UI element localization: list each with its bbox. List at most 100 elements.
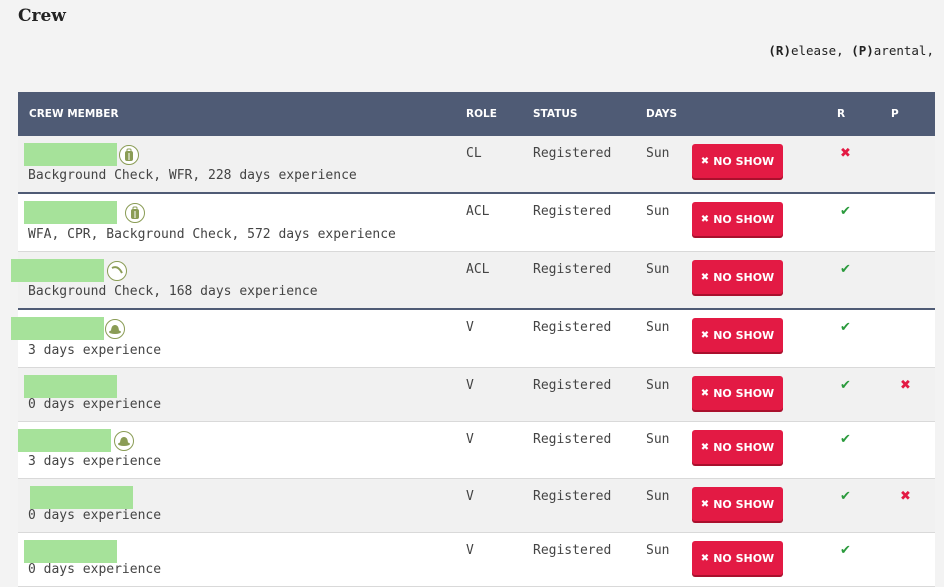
close-icon: ✖ [700,387,710,399]
close-icon: ✖ [700,498,710,510]
page-title: Crew [18,6,66,26]
crew-member-name[interactable] [11,259,104,282]
table-body: Background Check, WFR, 228 days experien… [11,136,935,587]
table-row: Background Check, WFR, 228 days experien… [18,136,935,194]
no-show-button[interactable]: ✖ NO SHOW [692,144,783,178]
parental-cross-icon: ✖ [900,489,911,504]
no-show-label: NO SHOW [713,212,775,226]
status-cell: Registered [533,489,612,504]
close-icon: ✖ [700,213,710,225]
backpack-icon [119,145,139,165]
table-row: 0 days experience V Registered Sun ✖ NO SHOW ✔… [18,479,935,533]
status-cell: Registered [533,543,612,558]
no-show-button[interactable]: ✖ NO SHOW [692,260,783,294]
header-days[interactable]: DAYS [646,108,677,120]
no-show-label: NO SHOW [713,386,775,400]
no-show-label: NO SHOW [713,328,775,342]
parental-cross-icon: ✖ [900,378,911,393]
no-show-button[interactable]: ✖ NO SHOW [692,318,783,352]
release-cross-icon: ✖ [840,146,851,161]
no-show-button[interactable]: ✖ NO SHOW [692,376,783,410]
legend-release-key: (R) [768,43,791,58]
crew-member-details: 0 days experience [28,397,162,412]
legend-parental-key: (P) [851,43,874,58]
role-cell: ACL [466,262,490,277]
hat-icon [114,431,134,451]
legend: (R)elease, (P)arental, [768,43,934,58]
crew-member-name[interactable] [18,429,111,452]
status-cell: Registered [533,320,612,335]
header-parental[interactable]: P [891,108,899,120]
no-show-label: NO SHOW [713,154,775,168]
crew-member-name[interactable] [24,201,117,224]
days-cell: Sun [646,146,670,161]
crew-member-name[interactable] [11,317,104,340]
days-cell: Sun [646,489,670,504]
role-cell: V [466,543,474,558]
days-cell: Sun [646,432,670,447]
no-show-label: NO SHOW [713,440,775,454]
no-show-button[interactable]: ✖ NO SHOW [692,430,783,464]
no-show-button[interactable]: ✖ NO SHOW [692,202,783,236]
header-release[interactable]: R [837,108,845,120]
status-cell: Registered [533,378,612,393]
crew-member-details: 0 days experience [28,508,162,523]
crew-member-name[interactable] [24,375,117,398]
close-icon: ✖ [700,271,710,283]
crew-member-details: 3 days experience [28,454,162,469]
legend-parental-text: arental, [873,43,934,58]
table-row: WFA, CPR, Background Check, 572 days exp… [18,194,935,252]
role-cell: V [466,378,474,393]
header-role[interactable]: ROLE [466,108,497,120]
release-check-icon: ✔ [840,489,851,504]
crew-member-details: Background Check, WFR, 228 days experien… [28,168,357,183]
close-icon: ✖ [700,329,710,341]
no-show-button[interactable]: ✖ NO SHOW [692,487,783,521]
no-show-button[interactable]: ✖ NO SHOW [692,541,783,575]
role-cell: CL [466,146,482,161]
days-cell: Sun [646,543,670,558]
crew-member-details: Background Check, 168 days experience [28,284,318,299]
status-cell: Registered [533,432,612,447]
crew-member-name[interactable] [24,143,117,166]
legend-release-text: elease, [790,43,852,58]
status-cell: Registered [533,262,612,277]
crew-member-details: 3 days experience [28,343,162,358]
no-show-label: NO SHOW [713,551,775,565]
release-check-icon: ✔ [840,432,851,447]
days-cell: Sun [646,204,670,219]
days-cell: Sun [646,378,670,393]
release-check-icon: ✔ [840,262,851,277]
close-icon: ✖ [700,552,710,564]
status-cell: Registered [533,146,612,161]
table-row: 0 days experience V Registered Sun ✖ NO SHOW ✔ [18,533,935,587]
header-status[interactable]: STATUS [533,108,577,120]
hat-icon [105,319,125,339]
table-row: 3 days experience V Registered Sun ✖ NO SHOW ✔ [18,422,935,479]
table-row: Background Check, 168 days experience ACL… [11,252,935,310]
table-row: 0 days experience V Registered Sun ✖ NO SHOW ✔… [18,368,935,422]
crew-member-details: WFA, CPR, Background Check, 572 days exp… [28,227,396,242]
crew-table: CREW MEMBER ROLE STATUS DAYS R P Backgro… [11,92,935,587]
crew-member-name[interactable] [24,540,117,563]
table-header: CREW MEMBER ROLE STATUS DAYS R P [18,92,935,136]
days-cell: Sun [646,262,670,277]
crew-member-details: 0 days experience [28,562,162,577]
role-cell: V [466,489,474,504]
no-show-label: NO SHOW [713,497,775,511]
role-cell: V [466,432,474,447]
status-cell: Registered [533,204,612,219]
no-show-label: NO SHOW [713,270,775,284]
crew-member-name[interactable] [30,486,133,509]
release-check-icon: ✔ [840,378,851,393]
release-check-icon: ✔ [840,204,851,219]
close-icon: ✖ [700,155,710,167]
close-icon: ✖ [700,441,710,453]
role-cell: ACL [466,204,490,219]
release-check-icon: ✔ [840,320,851,335]
table-row: 3 days experience V Registered Sun ✖ NO SHOW ✔ [11,310,935,368]
role-cell: V [466,320,474,335]
release-check-icon: ✔ [840,543,851,558]
days-cell: Sun [646,320,670,335]
header-crew-member[interactable]: CREW MEMBER [29,108,119,120]
